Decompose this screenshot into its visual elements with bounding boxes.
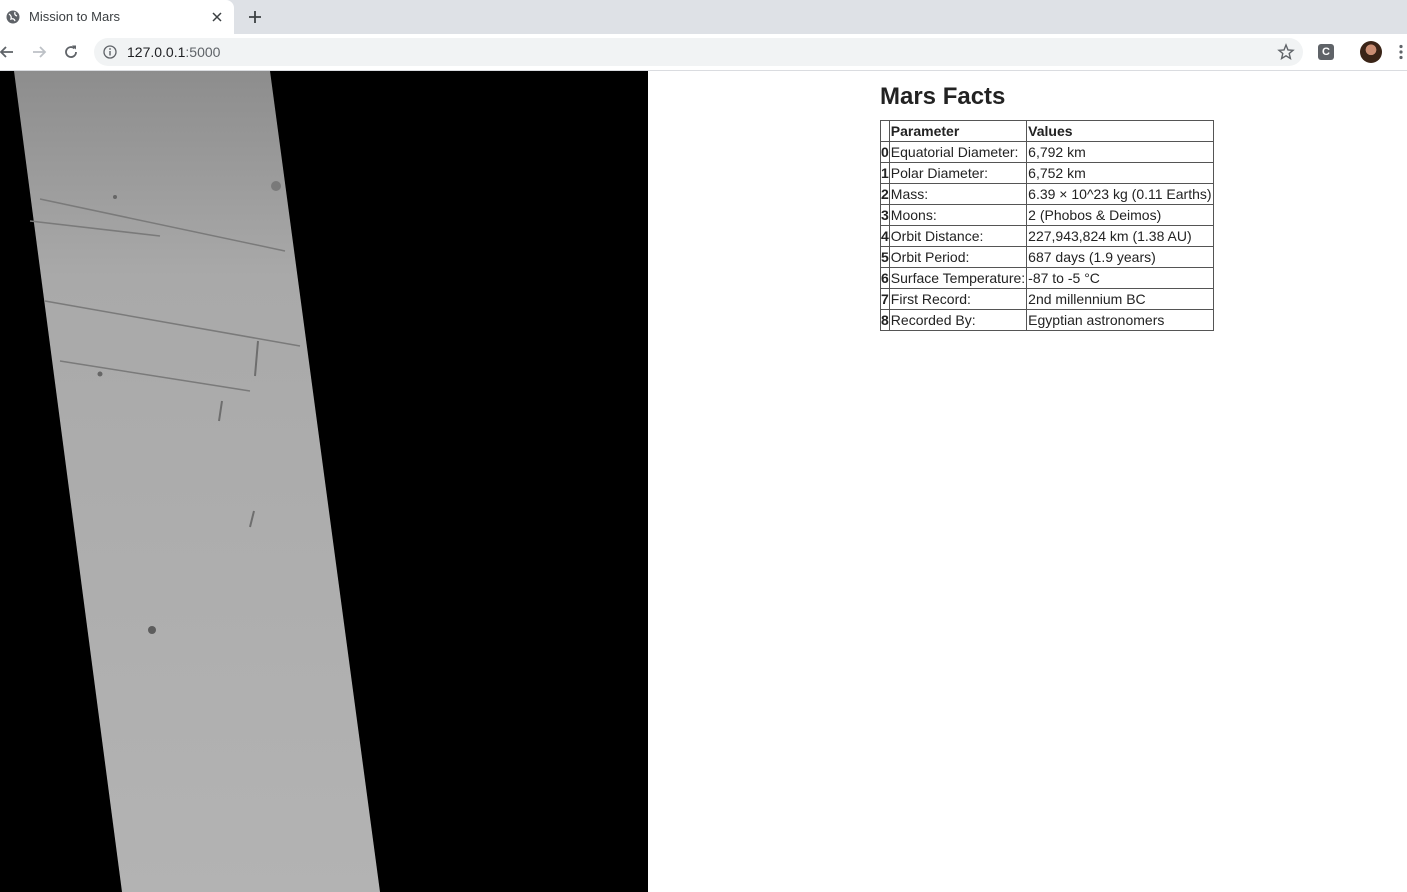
reload-icon[interactable] (62, 43, 80, 61)
url-text: 127.0.0.1:5000 (127, 44, 220, 60)
parameter-cell: Recorded By: (888, 309, 1028, 331)
mars-facts-table: Parameter Values 0 Equatorial Diameter: … (880, 120, 1214, 331)
extension-icon[interactable]: C (1318, 44, 1334, 60)
table-row: 0 Equatorial Diameter: 6,792 km (880, 141, 1214, 163)
row-index: 7 (880, 288, 890, 310)
parameter-cell: Mass: (888, 183, 1028, 205)
url-host: 127.0.0.1 (127, 44, 186, 60)
value-cell: 227,943,824 km (1.38 AU) (1026, 225, 1214, 247)
value-cell: 6,752 km (1026, 162, 1214, 184)
row-index: 1 (880, 162, 890, 184)
header-parameter: Parameter (888, 120, 1028, 142)
header-index (880, 120, 890, 142)
mars-surface-image (0, 71, 648, 892)
row-index: 6 (880, 267, 890, 289)
page-title: Mars Facts (880, 83, 1006, 110)
kebab-menu-icon[interactable] (1398, 44, 1404, 60)
back-icon[interactable] (0, 43, 16, 61)
close-icon[interactable] (210, 10, 224, 24)
table-row: 8 Recorded By: Egyptian astronomers (880, 309, 1214, 331)
row-index: 2 (880, 183, 890, 205)
value-cell: 6.39 × 10^23 kg (0.11 Earths) (1026, 183, 1214, 205)
row-index: 8 (880, 309, 890, 331)
table-row: 1 Polar Diameter: 6,752 km (880, 162, 1214, 184)
new-tab-icon[interactable] (247, 9, 263, 25)
info-icon[interactable] (103, 45, 117, 59)
parameter-cell: Orbit Period: (888, 246, 1028, 268)
parameter-cell: Surface Temperature: (888, 267, 1028, 289)
browser-tab[interactable]: Mission to Mars (0, 0, 234, 34)
table-row: 3 Moons: 2 (Phobos & Deimos) (880, 204, 1214, 226)
table-row: 4 Orbit Distance: 227,943,824 km (1.38 A… (880, 225, 1214, 247)
globe-icon (6, 10, 20, 24)
row-index: 0 (880, 141, 890, 163)
address-bar[interactable]: 127.0.0.1:5000 (94, 38, 1303, 66)
value-cell: Egyptian astronomers (1026, 309, 1214, 331)
parameter-cell: First Record: (888, 288, 1028, 310)
row-index: 5 (880, 246, 890, 268)
value-cell: 2nd millennium BC (1026, 288, 1214, 310)
avatar[interactable] (1360, 41, 1382, 63)
url-port: :5000 (185, 44, 221, 60)
parameter-cell: Orbit Distance: (888, 225, 1028, 247)
table-row: 5 Orbit Period: 687 days (1.9 years) (880, 246, 1214, 268)
tab-strip: Mission to Mars (0, 0, 1407, 34)
table-row: 7 First Record: 2nd millennium BC (880, 288, 1214, 310)
value-cell: 2 (Phobos & Deimos) (1026, 204, 1214, 226)
header-values: Values (1026, 120, 1214, 142)
parameter-cell: Polar Diameter: (888, 162, 1028, 184)
browser-toolbar: 127.0.0.1:5000 C (0, 34, 1407, 71)
row-index: 4 (880, 225, 890, 247)
tab-title: Mission to Mars (29, 9, 121, 24)
table-header-row: Parameter Values (880, 120, 1214, 142)
table-row: 2 Mass: 6.39 × 10^23 kg (0.11 Earths) (880, 183, 1214, 205)
table-row: 6 Surface Temperature: -87 to -5 °C (880, 267, 1214, 289)
value-cell: 687 days (1.9 years) (1026, 246, 1214, 268)
parameter-cell: Equatorial Diameter: (888, 141, 1028, 163)
bookmark-star-icon[interactable] (1277, 43, 1295, 61)
value-cell: -87 to -5 °C (1026, 267, 1214, 289)
forward-icon[interactable] (30, 43, 48, 61)
parameter-cell: Moons: (888, 204, 1028, 226)
value-cell: 6,792 km (1026, 141, 1214, 163)
row-index: 3 (880, 204, 890, 226)
